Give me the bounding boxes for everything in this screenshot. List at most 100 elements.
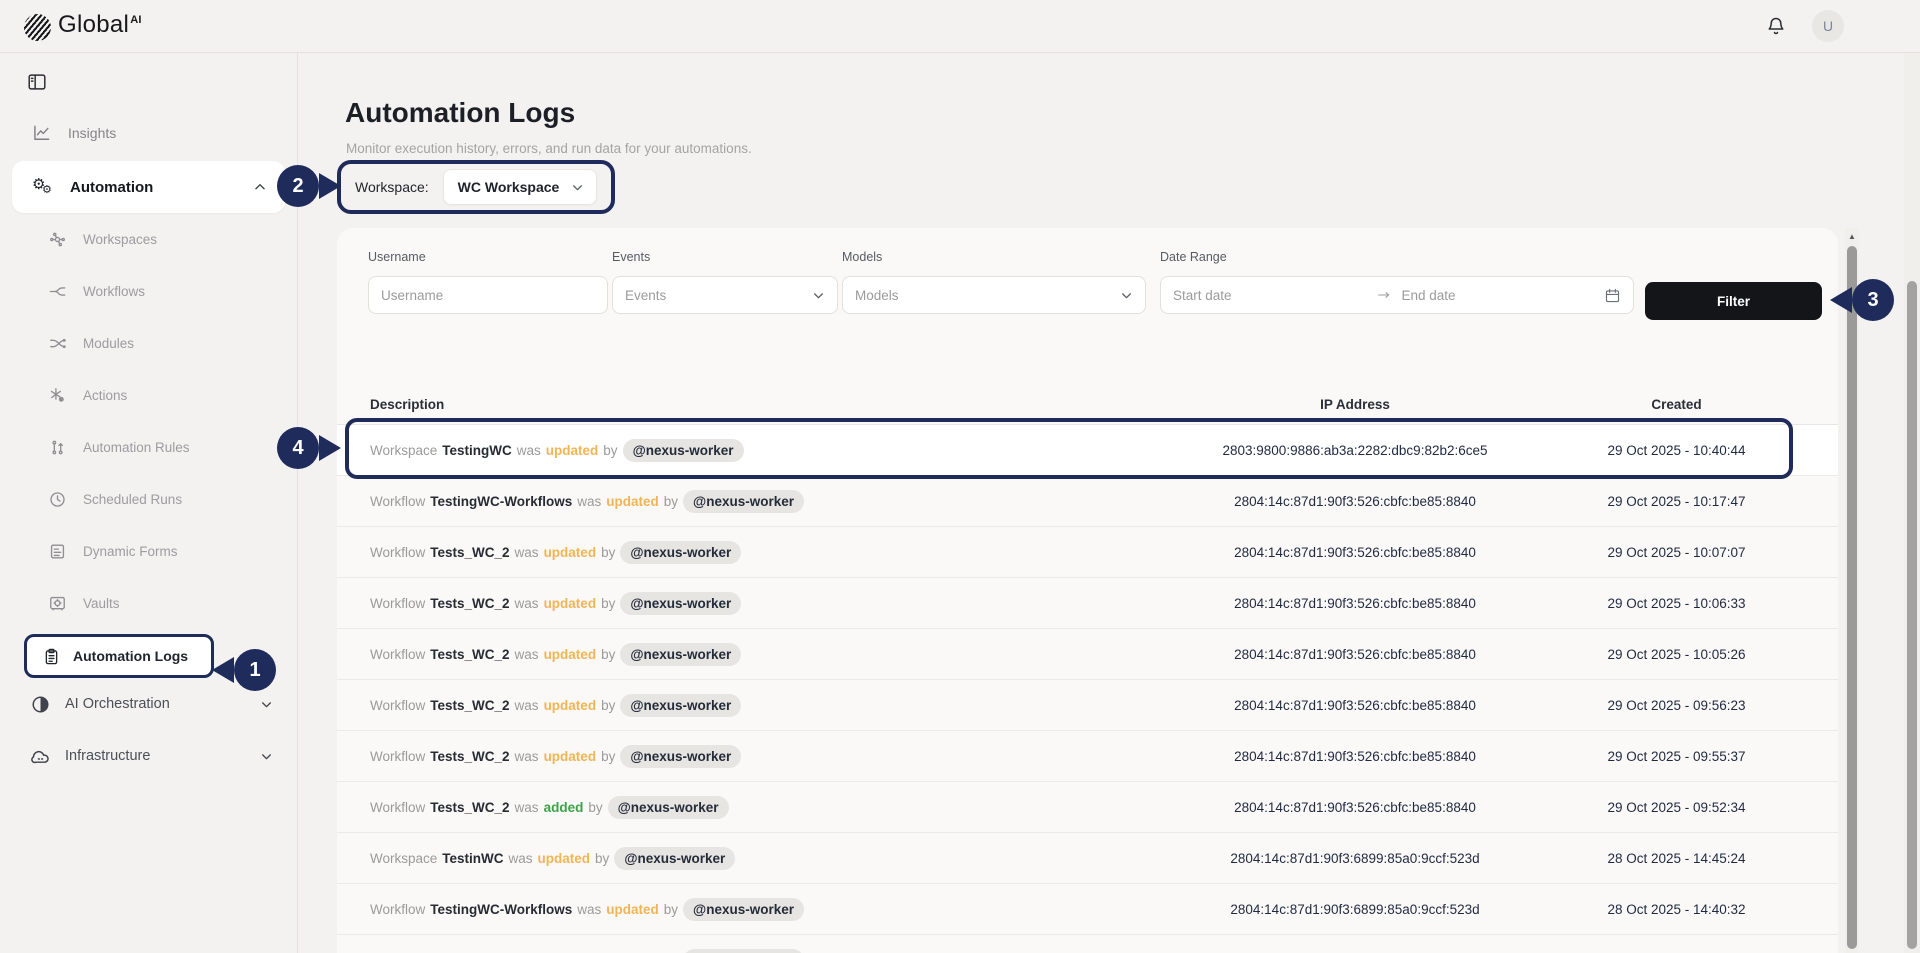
- notifications-bell-icon[interactable]: [1764, 14, 1788, 38]
- user-pill[interactable]: @nexus-worker: [623, 439, 744, 462]
- entity-name: Tests_WC_2: [430, 800, 509, 815]
- user-pill[interactable]: @nexus-worker: [614, 847, 735, 870]
- sidebar-item-insights[interactable]: Insights: [0, 119, 297, 147]
- ip-address: 2804:14c:87d1:90f3:526:cbfc:be85:8840: [1195, 647, 1515, 662]
- action-word: updated: [544, 647, 597, 662]
- events-select[interactable]: Events: [612, 276, 838, 314]
- sidebar-item-modules[interactable]: Modules: [0, 317, 297, 369]
- topbar: GlobalAI U: [0, 0, 1920, 53]
- table-row[interactable]: Workspace TestinWC was updated by @nexus…: [337, 833, 1838, 884]
- workspace-value: WC Workspace: [458, 179, 560, 195]
- sidebar-item-actions[interactable]: Actions: [0, 369, 297, 421]
- panel-scrollbar[interactable]: ▲: [1845, 228, 1859, 953]
- sidebar-item-infrastructure[interactable]: Infrastructure: [0, 730, 297, 782]
- sidebar-item-label: Automation: [70, 179, 153, 196]
- user-pill[interactable]: @nexus-worker: [620, 592, 741, 615]
- entity-name: Tests_WC_2: [430, 596, 509, 611]
- models-label: Models: [842, 250, 1146, 264]
- action-word: updated: [544, 596, 597, 611]
- user-pill[interactable]: @nexus-worker: [608, 796, 729, 819]
- user-pill[interactable]: @nexus-worker: [683, 949, 804, 953]
- sidebar-item-automation[interactable]: ⚙⚙ Automation: [12, 161, 285, 213]
- user-avatar[interactable]: U: [1812, 10, 1844, 42]
- table-row[interactable]: Workflow Tests_WC_2 was added by @nexus-…: [337, 782, 1838, 833]
- ip-address: 2804:14c:87d1:90f3:526:cbfc:be85:8840: [1195, 545, 1515, 560]
- created-at: 29 Oct 2025 - 10:17:47: [1515, 494, 1838, 509]
- user-pill[interactable]: @nexus-worker: [620, 694, 741, 717]
- entity-type: Workflow: [370, 698, 425, 713]
- chevron-down-icon: [260, 750, 273, 763]
- sidebar-item-workflows[interactable]: Workflows: [0, 265, 297, 317]
- logs-panel: Username Events Events Models Models Dat…: [337, 228, 1838, 953]
- created-at: 29 Oct 2025 - 09:55:37: [1515, 749, 1838, 764]
- ip-address: 2804:14c:87d1:90f3:6899:85a0:9ccf:523d: [1195, 902, 1515, 917]
- table-row[interactable]: Workspace TestingWC was updated by @nexu…: [337, 425, 1838, 476]
- date-range-label: Date Range: [1160, 250, 1634, 264]
- sidebar-item-label: Insights: [68, 125, 116, 141]
- calendar-icon[interactable]: [1604, 287, 1621, 304]
- by-word: by: [588, 800, 602, 815]
- page-scrollbar[interactable]: [1904, 53, 1920, 953]
- table-header: Description IP Address Created: [337, 385, 1838, 425]
- date-range-picker[interactable]: [1160, 276, 1634, 314]
- action-word: updated: [606, 902, 659, 917]
- created-at: 29 Oct 2025 - 10:40:44: [1515, 443, 1838, 458]
- page-scrollbar-thumb[interactable]: [1907, 281, 1917, 949]
- username-input[interactable]: [368, 276, 608, 314]
- table-body: Workspace TestingWC was updated by @nexu…: [337, 425, 1838, 953]
- sidebar-item-workspaces[interactable]: Workspaces: [0, 213, 297, 265]
- user-pill[interactable]: @nexus-worker: [620, 745, 741, 768]
- start-date-input[interactable]: [1173, 288, 1366, 303]
- was-word: was: [515, 596, 539, 611]
- table-row[interactable]: Workflow Tests_WC_2 was updated by @nexu…: [337, 629, 1838, 680]
- table-row[interactable]: Workflow TestingWC-Workflows was updated…: [337, 884, 1838, 935]
- user-pill[interactable]: @nexus-worker: [683, 490, 804, 513]
- user-pill[interactable]: @nexus-worker: [683, 898, 804, 921]
- workspace-select[interactable]: WC Workspace: [443, 169, 598, 205]
- by-word: by: [664, 494, 678, 509]
- table-row[interactable]: Workflow TestingWC-Workflows was updated…: [337, 476, 1838, 527]
- table-row[interactable]: Workflow Tests_WC_2 was updated by @nexu…: [337, 527, 1838, 578]
- brand-name-text: Global: [58, 11, 129, 38]
- sidebar-item-dynamic-forms[interactable]: Dynamic Forms: [0, 525, 297, 577]
- was-word: was: [517, 443, 541, 458]
- entity-name: TestingWC-Workflows: [430, 902, 572, 917]
- sidebar-item-scheduled-runs[interactable]: Scheduled Runs: [0, 473, 297, 525]
- table-row[interactable]: Workflow Tests_WC_2 was updated by @nexu…: [337, 731, 1838, 782]
- scroll-up-arrow-icon[interactable]: ▲: [1845, 228, 1859, 244]
- sidebar-item-automation-rules[interactable]: Automation Rules: [0, 421, 297, 473]
- chevron-down-icon: [571, 181, 584, 194]
- table-row[interactable]: Workflow Tests_WC_2 was updated by @nexu…: [337, 680, 1838, 731]
- panel-scrollbar-thumb[interactable]: [1847, 246, 1857, 949]
- end-date-input[interactable]: [1402, 288, 1595, 303]
- created-at: 28 Oct 2025 - 14:40:32: [1515, 902, 1838, 917]
- username-label: Username: [368, 250, 608, 264]
- rules-swap-icon: [48, 438, 67, 457]
- sidebar-item-label: Modules: [83, 336, 134, 351]
- badge-tip: [1830, 287, 1852, 313]
- sidebar-item-label: Scheduled Runs: [83, 492, 182, 507]
- annotation-badge-1: 1: [212, 649, 276, 691]
- sidebar-item-vaults[interactable]: Vaults: [0, 577, 297, 629]
- sidebar-item-automation-logs[interactable]: Automation Logs: [24, 634, 214, 678]
- entity-type: Workflow: [370, 647, 425, 662]
- badge-number: 2: [277, 165, 319, 207]
- events-placeholder: Events: [625, 288, 666, 303]
- created-at: 29 Oct 2025 - 10:06:33: [1515, 596, 1838, 611]
- entity-type: Workspace: [370, 851, 437, 866]
- created-at: 29 Oct 2025 - 10:07:07: [1515, 545, 1838, 560]
- brand-logo[interactable]: GlobalAI: [24, 12, 142, 41]
- table-row[interactable]: Workflow Tests_WC_2 was updated by @nexu…: [337, 578, 1838, 629]
- entity-type: Workspace: [370, 443, 437, 458]
- sidebar-collapse-icon[interactable]: [26, 71, 48, 93]
- branch-icon: [48, 282, 67, 301]
- table-row[interactable]: Workflow TestingWC-Workflows was updated…: [337, 935, 1838, 953]
- entity-type: Workflow: [370, 494, 425, 509]
- filter-button[interactable]: Filter: [1645, 282, 1822, 320]
- column-description: Description: [337, 397, 1195, 412]
- brand-name: GlobalAI: [58, 12, 142, 38]
- models-select[interactable]: Models: [842, 276, 1146, 314]
- sidebar-item-label: Automation Rules: [83, 440, 190, 455]
- user-pill[interactable]: @nexus-worker: [620, 541, 741, 564]
- user-pill[interactable]: @nexus-worker: [620, 643, 741, 666]
